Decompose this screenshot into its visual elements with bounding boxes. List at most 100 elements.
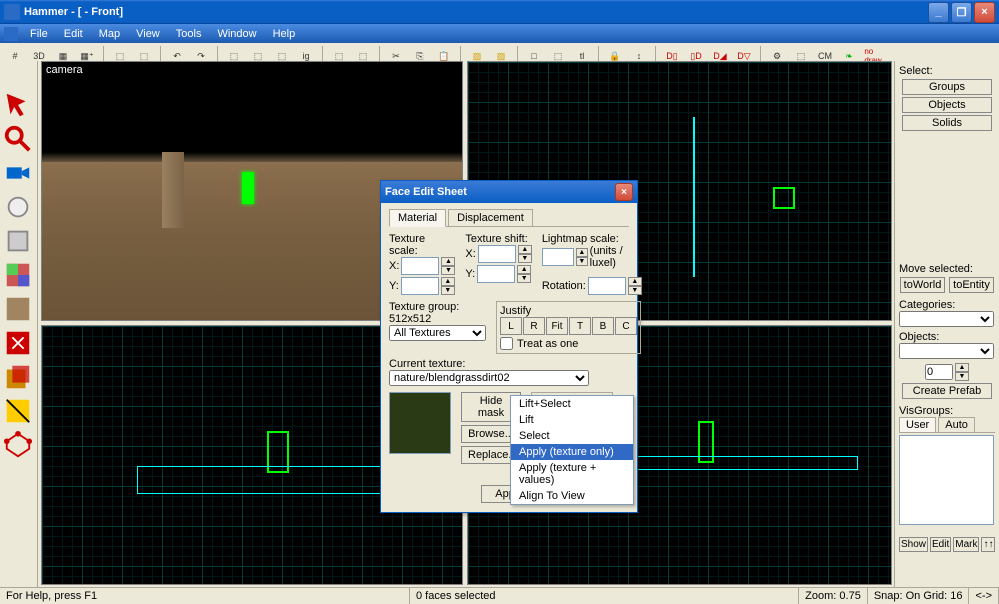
faces-count-input[interactable] [925, 364, 953, 380]
dialog-tab-displacement[interactable]: Displacement [448, 209, 533, 226]
window-title: Hammer - [ - Front] [24, 6, 926, 18]
menu-help[interactable]: Help [265, 26, 304, 42]
justify-c-button[interactable]: C [615, 317, 637, 335]
visgroup-tab-user[interactable]: User [899, 417, 936, 432]
overlay-tool[interactable] [2, 361, 34, 393]
rotation-spin[interactable]: ▲▼ [628, 277, 642, 295]
shift-y-spin[interactable]: ▲▼ [517, 265, 531, 283]
justify-l-button[interactable]: L [500, 317, 522, 335]
app-icon [4, 4, 20, 20]
texture-group-select[interactable]: All Textures [389, 325, 486, 341]
x-label: X: [389, 260, 399, 272]
camera-wall [162, 152, 184, 228]
visgroup-show-button[interactable]: Show [899, 537, 928, 552]
mode-item-1[interactable]: Lift [511, 412, 633, 428]
units-label: (units / luxel) [590, 245, 642, 269]
status-zoom: Zoom: 0.75 [799, 588, 868, 604]
x-label: X: [465, 248, 475, 260]
wall-outline [693, 117, 695, 277]
categories-label: Categories: [899, 299, 995, 311]
mode-item-0[interactable]: Lift+Select [511, 396, 633, 412]
status-snap: Snap: On Grid: 16 [868, 588, 970, 604]
menu-view[interactable]: View [128, 26, 168, 42]
menu-window[interactable]: Window [209, 26, 264, 42]
status-bar: For Help, press F1 0 faces selected Zoom… [0, 587, 999, 604]
rotation-label: Rotation: [542, 280, 586, 292]
scale-x-input[interactable] [401, 257, 439, 275]
justify-t-button[interactable]: T [569, 317, 591, 335]
to-entity-button[interactable]: toEntity [949, 277, 994, 293]
menu-tools[interactable]: Tools [168, 26, 210, 42]
mode-item-4[interactable]: Apply (texture + values) [511, 460, 633, 488]
scale-x-spin[interactable]: ▲▼ [441, 257, 455, 275]
vertex-tool[interactable] [2, 429, 34, 461]
scale-y-spin[interactable]: ▲▼ [441, 277, 455, 295]
current-texture-label: Current texture: [389, 358, 629, 370]
rotation-input[interactable] [588, 277, 626, 295]
magnify-tool[interactable] [2, 123, 34, 155]
status-coord: <-> [969, 588, 999, 604]
clip-tool[interactable] [2, 395, 34, 427]
decal-tool[interactable] [2, 327, 34, 359]
lightmap-spin[interactable]: ▲▼ [576, 248, 588, 266]
justify-box: Justify L R Fit T B C Treat as one [496, 301, 641, 354]
menu-bar: File Edit Map View Tools Window Help [0, 24, 999, 43]
texture-shift-label: Texture shift: [465, 233, 531, 245]
minimize-button[interactable]: _ [928, 2, 949, 23]
justify-fit-button[interactable]: Fit [546, 317, 568, 335]
scale-y-input[interactable] [401, 277, 439, 295]
status-help: For Help, press F1 [0, 588, 410, 604]
to-world-button[interactable]: toWorld [900, 277, 945, 293]
lightmap-scale-label: Lightmap scale: [542, 233, 642, 245]
visgroup-mark-button[interactable]: Mark [953, 537, 979, 552]
mode-item-3[interactable]: Apply (texture only) [511, 444, 633, 460]
entity-tool[interactable] [2, 191, 34, 223]
justify-b-button[interactable]: B [592, 317, 614, 335]
objects-label: Objects: [899, 331, 995, 343]
selection-tool[interactable] [2, 89, 34, 121]
dialog-title: Face Edit Sheet [385, 186, 615, 198]
shift-x-input[interactable] [478, 245, 516, 263]
y-label: Y: [389, 280, 399, 292]
justify-r-button[interactable]: R [523, 317, 545, 335]
mode-item-2[interactable]: Select [511, 428, 633, 444]
block-tool[interactable] [2, 225, 34, 257]
select-groups-button[interactable]: Groups [902, 79, 992, 95]
texture-preview [389, 392, 451, 454]
mode-menu: Lift+Select Lift Select Apply (texture o… [510, 395, 634, 505]
select-objects-button[interactable]: Objects [902, 97, 992, 113]
menu-file[interactable]: File [22, 26, 56, 42]
texture-group-label: Texture group: [389, 301, 459, 313]
apply-texture-tool[interactable] [2, 293, 34, 325]
select-solids-button[interactable]: Solids [902, 115, 992, 131]
visgroup-tab-auto[interactable]: Auto [938, 417, 975, 432]
justify-label: Justify [500, 305, 637, 317]
categories-select[interactable] [899, 311, 994, 327]
current-texture-select[interactable]: nature/blendgrassdirt02 [389, 370, 589, 386]
visgroup-list[interactable] [899, 435, 994, 525]
dialog-close-button[interactable]: × [615, 183, 633, 201]
visgroup-edit-button[interactable]: Edit [930, 537, 951, 552]
menu-edit[interactable]: Edit [56, 26, 91, 42]
window-titlebar: Hammer - [ - Front] _ ❐ × [0, 0, 999, 24]
treat-as-one-check[interactable]: Treat as one [500, 337, 637, 350]
dialog-tab-material[interactable]: Material [389, 209, 446, 227]
faces-spin[interactable]: ▲▼ [955, 363, 969, 381]
mode-item-5[interactable]: Align To View [511, 488, 633, 504]
objects-select[interactable] [899, 343, 994, 359]
create-prefab-button[interactable]: Create Prefab [902, 383, 992, 399]
dialog-titlebar[interactable]: Face Edit Sheet × [381, 181, 637, 203]
close-button[interactable]: × [974, 2, 995, 23]
y-label: Y: [465, 268, 475, 280]
treat-as-one-label: Treat as one [517, 338, 578, 350]
maximize-button[interactable]: ❐ [951, 2, 972, 23]
viewport-camera-label: camera [46, 64, 83, 76]
camera-tool[interactable] [2, 157, 34, 189]
visgroup-up-button[interactable]: ↑↑ [981, 537, 995, 552]
camera-player [242, 172, 254, 204]
shift-y-input[interactable] [477, 265, 515, 283]
menu-map[interactable]: Map [91, 26, 128, 42]
shift-x-spin[interactable]: ▲▼ [518, 245, 532, 263]
lightmap-input[interactable] [542, 248, 574, 266]
texture-tool[interactable] [2, 259, 34, 291]
